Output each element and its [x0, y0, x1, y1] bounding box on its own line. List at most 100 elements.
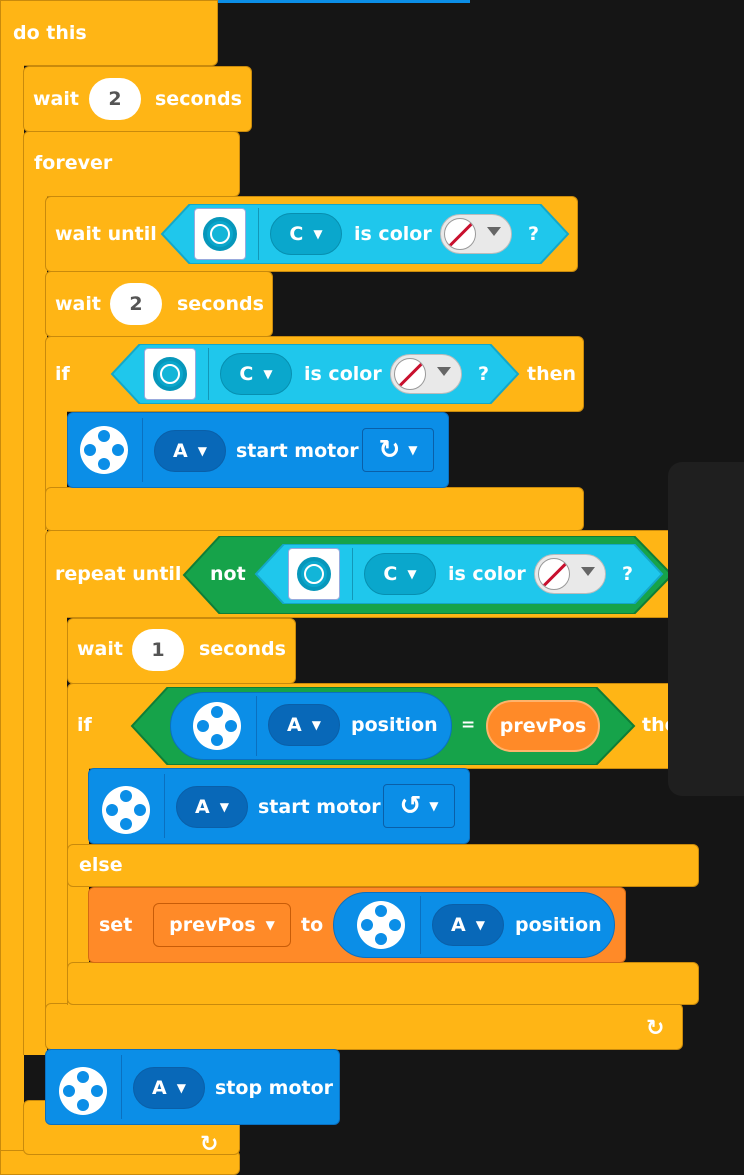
then-label: then [527, 363, 577, 385]
chevron-down-icon: ▼ [265, 918, 275, 932]
chevron-down-icon: ▼ [311, 718, 321, 732]
seconds-label: seconds [155, 88, 242, 110]
position-label: position [515, 914, 602, 936]
set-label: set [99, 914, 133, 936]
counterclockwise-arrow-icon: ↺ [399, 791, 422, 821]
wait-label: wait [77, 638, 123, 660]
wait-seconds-input-3[interactable]: 1 [132, 629, 184, 671]
motor-icon [357, 901, 405, 949]
wait-label: wait [55, 293, 101, 315]
chevron-down-icon: ▼ [176, 1081, 186, 1095]
do-this-spine [0, 40, 24, 1170]
motor-icon [80, 426, 128, 474]
question-label: ? [622, 563, 634, 585]
if-else-footer [67, 962, 699, 1005]
color-sensor-icon [194, 208, 246, 260]
port-value: C [289, 223, 304, 245]
side-panel [668, 462, 744, 796]
port-dropdown-c-3[interactable]: C ▼ [364, 553, 436, 595]
chevron-down-icon: ▼ [407, 567, 417, 581]
divider [142, 418, 143, 482]
triangle-down-icon [487, 227, 501, 236]
question-label: ? [478, 363, 490, 385]
color-sensor-icon [144, 348, 196, 400]
variable-dropdown[interactable]: prevPos ▼ [153, 903, 291, 947]
port-dropdown-a-3[interactable]: A ▼ [176, 786, 248, 828]
port-dropdown-c-1[interactable]: C ▼ [270, 213, 342, 255]
triangle-down-icon [437, 367, 451, 376]
else-section [67, 844, 699, 887]
color-picker-2[interactable] [390, 354, 462, 394]
motor-icon [59, 1067, 107, 1115]
start-motor-label: start motor [236, 440, 359, 462]
divider [164, 774, 165, 838]
repeat-until-label: repeat until [55, 563, 182, 585]
repeat-until-spine [45, 600, 67, 1045]
chevron-down-icon: ▼ [429, 799, 439, 813]
prevpos-variable-reporter[interactable]: prevPos [486, 700, 600, 752]
color-picker-3[interactable] [534, 554, 606, 594]
loop-arrow-icon: ↻ [646, 1016, 665, 1041]
chevron-down-icon: ▼ [263, 367, 273, 381]
chevron-down-icon: ▼ [408, 443, 418, 457]
wait-until-label: wait until [55, 223, 157, 245]
port-value: A [195, 796, 210, 818]
chevron-down-icon: ▼ [313, 227, 323, 241]
direction-dropdown-2[interactable]: ↺ ▼ [383, 784, 455, 828]
port-dropdown-c-2[interactable]: C ▼ [220, 353, 292, 395]
divider [208, 348, 209, 400]
motor-icon [102, 786, 150, 834]
divider [258, 208, 259, 260]
port-value: C [239, 363, 254, 385]
if-label: if [55, 363, 70, 385]
chevron-down-icon: ▼ [475, 918, 485, 932]
if-footer-1 [45, 487, 584, 531]
chevron-down-icon: ▼ [197, 444, 207, 458]
port-dropdown-a-5[interactable]: A ▼ [133, 1067, 205, 1109]
seconds-label: seconds [177, 293, 264, 315]
triangle-down-icon [581, 567, 595, 576]
port-dropdown-a-1[interactable]: A ▼ [154, 430, 226, 472]
stop-motor-label: stop motor [215, 1077, 334, 1099]
variable-name: prevPos [169, 914, 256, 936]
equals-label: = [461, 715, 476, 735]
is-color-label: is color [354, 223, 432, 245]
port-dropdown-a-2[interactable]: A ▼ [268, 704, 340, 746]
port-value: A [287, 714, 302, 736]
divider [420, 896, 421, 954]
chevron-down-icon: ▼ [219, 800, 229, 814]
divider [352, 548, 353, 600]
forever-label: forever [34, 152, 113, 174]
start-motor-label: start motor [258, 796, 381, 818]
port-value: A [451, 914, 466, 936]
wait-label: wait [33, 88, 79, 110]
if-label: if [77, 714, 92, 736]
do-this-label: do this [13, 22, 87, 44]
port-value: A [152, 1077, 167, 1099]
question-label: ? [528, 223, 540, 245]
wait-seconds-input-1[interactable]: 2 [89, 78, 141, 120]
port-value: C [383, 563, 398, 585]
variable-name: prevPos [499, 715, 587, 737]
direction-dropdown-1[interactable]: ↻ ▼ [362, 428, 434, 472]
motor-icon [193, 702, 241, 750]
is-color-label: is color [304, 363, 382, 385]
divider [256, 696, 257, 756]
else-label: else [79, 854, 123, 876]
wait-seconds-input-2[interactable]: 2 [110, 283, 162, 325]
divider [121, 1055, 122, 1119]
color-picker-1[interactable] [440, 214, 512, 254]
port-dropdown-a-4[interactable]: A ▼ [432, 904, 504, 946]
clockwise-arrow-icon: ↻ [378, 435, 401, 465]
forever-spine [23, 180, 47, 1055]
port-value: A [173, 440, 188, 462]
no-color-icon [394, 358, 426, 390]
not-label: not [210, 563, 246, 585]
is-color-label: is color [448, 563, 526, 585]
loop-arrow-icon: ↻ [200, 1132, 219, 1157]
no-color-icon [444, 218, 476, 250]
position-label: position [351, 714, 438, 736]
repeat-until-footer [45, 1003, 683, 1050]
no-color-icon [538, 558, 570, 590]
color-sensor-icon [288, 548, 340, 600]
